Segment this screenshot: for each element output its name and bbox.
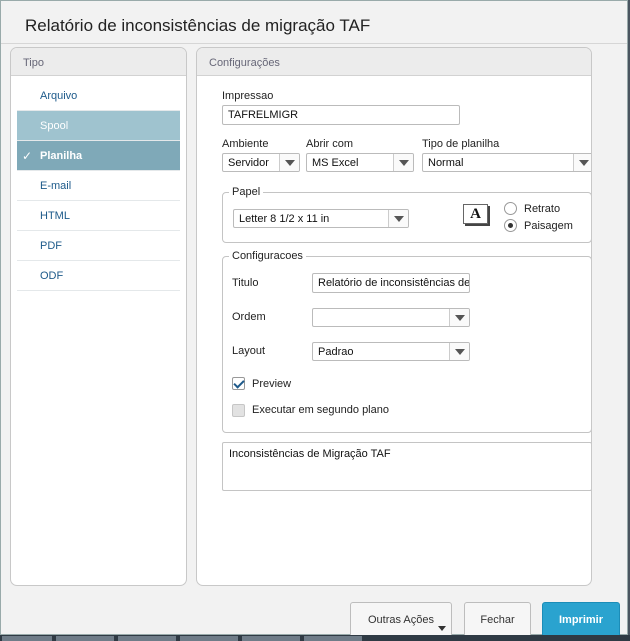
ambiente-select[interactable]: Servidor bbox=[222, 153, 300, 172]
papel-group: Papel Letter 8 1/2 x 11 in A Retrato Pai… bbox=[222, 186, 591, 243]
dialog-title: Relatório de inconsistências de migração… bbox=[25, 16, 371, 35]
ordem-label: Ordem bbox=[232, 311, 266, 323]
segundo-plano-checkbox[interactable] bbox=[232, 404, 245, 417]
tipo-item-label: ODF bbox=[40, 270, 64, 282]
chevron-down-icon bbox=[388, 210, 408, 227]
tipo-planilha-select[interactable]: Normal bbox=[422, 153, 591, 172]
checkmark-icon: ✓ bbox=[22, 149, 33, 163]
abrir-com-value: MS Excel bbox=[312, 157, 359, 169]
abrir-com-select[interactable]: MS Excel bbox=[306, 153, 414, 172]
chevron-down-icon bbox=[573, 154, 591, 171]
tipo-item-pdf[interactable]: PDF bbox=[17, 231, 180, 261]
impressao-label: Impressao bbox=[222, 90, 274, 102]
dialog-footer: Outras Ações Fechar Imprimir bbox=[1, 595, 627, 639]
configuracoes-group: Configuracoes Titulo Relatório de incons… bbox=[222, 250, 591, 433]
configuracoes-panel: Configurações Impressao TAFRELMIGR Ambie… bbox=[196, 47, 592, 586]
taskbar bbox=[0, 635, 630, 641]
tipo-item-label: Spool bbox=[40, 120, 69, 132]
preview-label: Preview bbox=[252, 378, 292, 390]
retrato-label: Retrato bbox=[524, 203, 561, 215]
impressao-input[interactable]: TAFRELMIGR bbox=[222, 105, 460, 125]
paisagem-radio[interactable] bbox=[504, 219, 517, 232]
tipo-panel: Tipo Arquivo Spool ✓ Planilha E-mail HTML… bbox=[10, 47, 187, 586]
outras-acoes-button[interactable]: Outras Ações bbox=[350, 602, 452, 639]
tipo-item-spool[interactable]: Spool bbox=[17, 111, 180, 141]
tipo-item-label: E-mail bbox=[40, 180, 72, 192]
paisagem-label: Paisagem bbox=[524, 220, 573, 232]
taskbar-item[interactable] bbox=[180, 636, 238, 641]
print-dialog: Relatório de inconsistências de migração… bbox=[0, 0, 628, 639]
taskbar-item[interactable] bbox=[304, 636, 362, 641]
chevron-down-icon bbox=[393, 154, 413, 171]
fechar-button[interactable]: Fechar bbox=[464, 602, 531, 639]
tipo-item-label: PDF bbox=[40, 240, 62, 252]
retrato-radio[interactable] bbox=[504, 202, 517, 215]
tipo-item-label: Planilha bbox=[40, 150, 83, 162]
configuracoes-header: Configurações bbox=[197, 48, 591, 76]
tipo-item-label: Arquivo bbox=[40, 90, 78, 102]
caret-down-icon bbox=[438, 626, 446, 631]
tipo-header: Tipo bbox=[11, 48, 186, 76]
titulo-label: Titulo bbox=[232, 277, 259, 289]
segundo-plano-label: Executar em segundo plano bbox=[252, 404, 389, 416]
ambiente-label: Ambiente bbox=[222, 138, 269, 150]
ambiente-value: Servidor bbox=[228, 157, 269, 169]
papel-size-select[interactable]: Letter 8 1/2 x 11 in bbox=[233, 209, 409, 228]
tipo-item-odf[interactable]: ODF bbox=[17, 261, 180, 291]
tipo-item-email[interactable]: E-mail bbox=[17, 171, 180, 201]
descricao-memo[interactable]: Inconsistências de Migração TAF bbox=[222, 442, 591, 491]
imprimir-button[interactable]: Imprimir bbox=[542, 602, 620, 639]
tipo-item-planilha[interactable]: ✓ Planilha bbox=[17, 141, 180, 171]
layout-select[interactable]: Padrao bbox=[312, 342, 470, 361]
font-icon[interactable]: A bbox=[463, 204, 488, 224]
title-divider bbox=[1, 43, 627, 44]
layout-value: Padrao bbox=[318, 346, 354, 358]
papel-legend: Papel bbox=[229, 186, 264, 198]
papel-size-value: Letter 8 1/2 x 11 in bbox=[239, 213, 330, 225]
taskbar-item[interactable] bbox=[2, 636, 52, 641]
chevron-down-icon bbox=[449, 309, 469, 326]
configuracoes-legend: Configuracoes bbox=[229, 250, 306, 262]
titulo-input[interactable]: Relatório de inconsistências de bbox=[312, 273, 470, 293]
abrir-com-label: Abrir com bbox=[306, 138, 354, 150]
taskbar-item[interactable] bbox=[242, 636, 300, 641]
taskbar-item[interactable] bbox=[118, 636, 176, 641]
tipo-list: Arquivo Spool ✓ Planilha E-mail HTML PDF … bbox=[11, 76, 186, 291]
tipo-item-html[interactable]: HTML bbox=[17, 201, 180, 231]
preview-checkbox[interactable] bbox=[232, 377, 245, 390]
taskbar-item[interactable] bbox=[56, 636, 114, 641]
tipo-planilha-label: Tipo de planilha bbox=[422, 138, 500, 150]
ordem-select[interactable] bbox=[312, 308, 470, 327]
tipo-item-arquivo[interactable]: Arquivo bbox=[17, 81, 180, 111]
chevron-down-icon bbox=[279, 154, 299, 171]
tipo-item-label: HTML bbox=[40, 210, 70, 222]
chevron-down-icon bbox=[449, 343, 469, 360]
outras-acoes-label: Outras Ações bbox=[367, 614, 435, 626]
layout-label: Layout bbox=[232, 345, 266, 357]
tipo-planilha-value: Normal bbox=[428, 157, 464, 169]
